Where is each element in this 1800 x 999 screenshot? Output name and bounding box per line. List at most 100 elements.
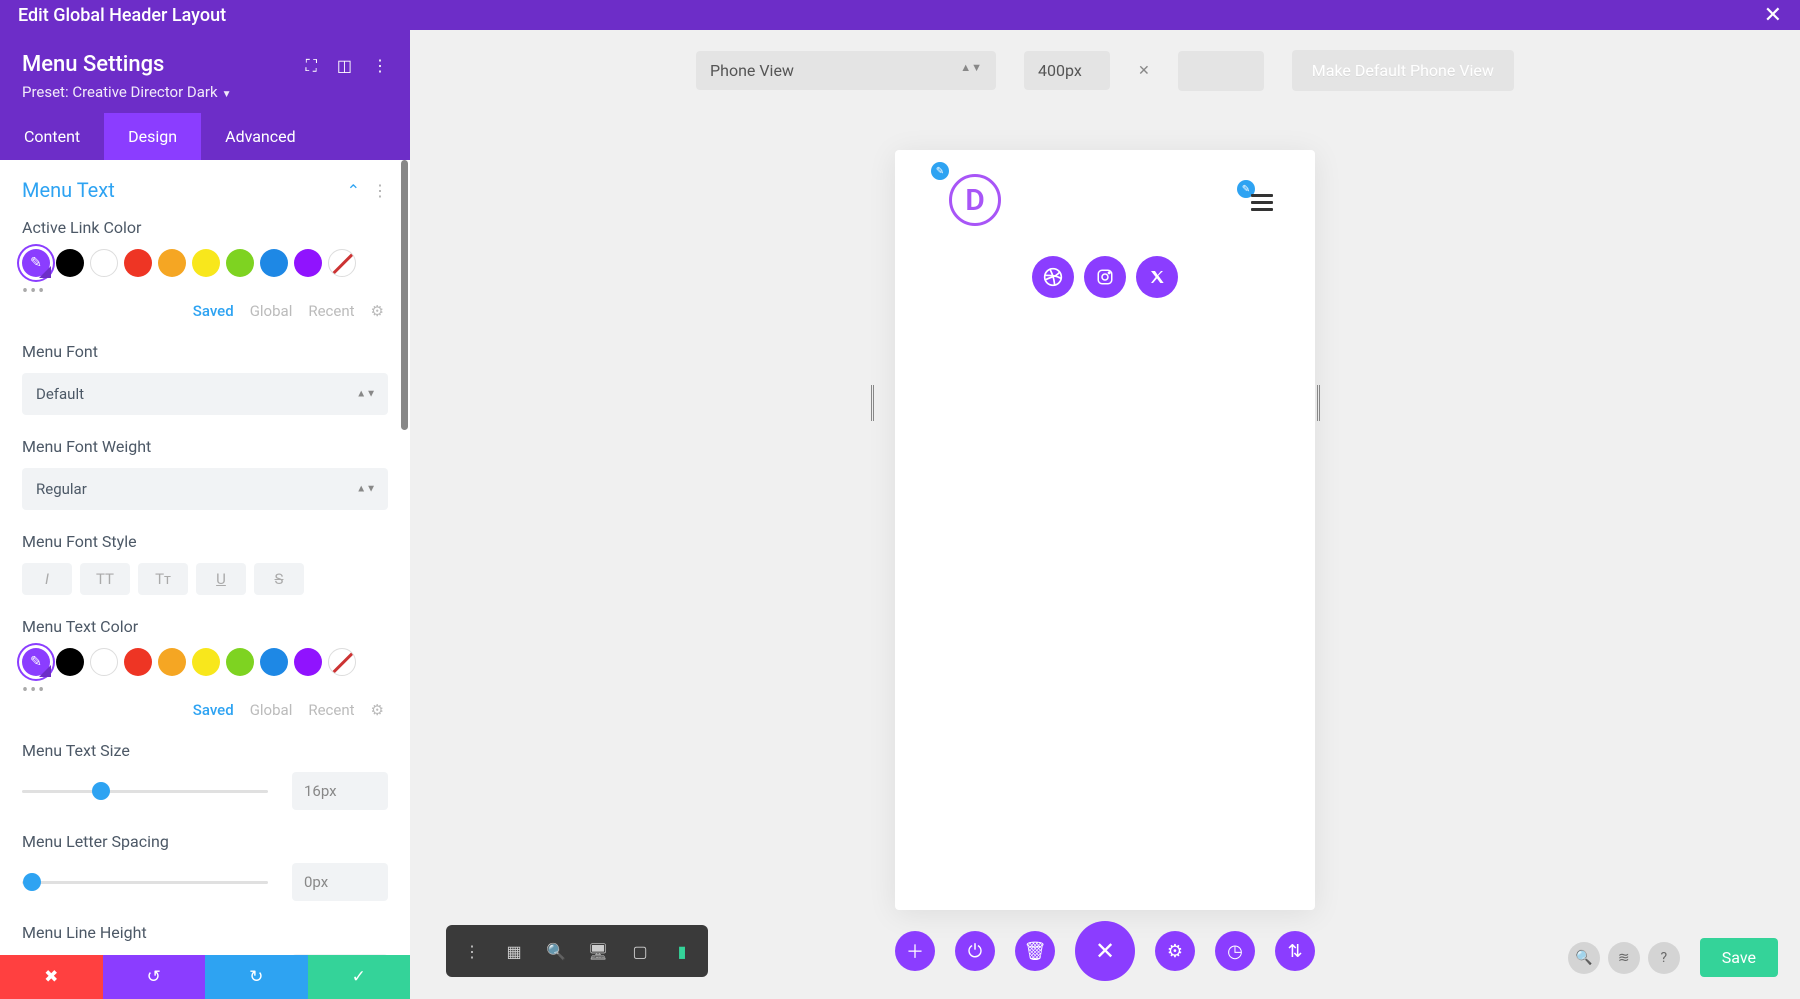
- swatch-red[interactable]: [124, 249, 152, 277]
- menu-font-weight-select[interactable]: Regular ▲▼: [22, 468, 388, 510]
- menu-letter-spacing-value[interactable]: 0px: [292, 863, 388, 901]
- swatch-green[interactable]: [226, 648, 254, 676]
- dock-trash-icon[interactable]: 🗑: [1015, 931, 1055, 971]
- swatch-black[interactable]: [56, 249, 84, 277]
- style-strikethrough[interactable]: S: [254, 563, 304, 595]
- dribbble-icon[interactable]: [1032, 256, 1074, 298]
- dock-power-icon[interactable]: ⏻: [955, 931, 995, 971]
- swatch-blue[interactable]: [260, 648, 288, 676]
- label-menu-font: Menu Font: [22, 342, 388, 361]
- palette-gear-icon[interactable]: ⚙: [371, 701, 384, 719]
- phone-preview: ✎ ✎ D: [895, 150, 1315, 910]
- resize-handle-right[interactable]: [1317, 385, 1320, 421]
- scrollbar[interactable]: [401, 160, 408, 430]
- tab-advanced[interactable]: Advanced: [201, 113, 320, 160]
- swatch-white[interactable]: [90, 648, 118, 676]
- edit-badge-icon[interactable]: ✎: [931, 162, 949, 180]
- toolbar-wireframe-icon[interactable]: ▦: [496, 933, 532, 969]
- height-input[interactable]: [1178, 51, 1264, 91]
- swatch-orange[interactable]: [158, 249, 186, 277]
- logo[interactable]: D: [949, 174, 1001, 226]
- width-input[interactable]: 400px: [1024, 51, 1110, 90]
- dock-gear-icon[interactable]: ⚙: [1155, 931, 1195, 971]
- toolbar-zoom-icon[interactable]: 🔍: [538, 933, 574, 969]
- close-icon[interactable]: ✕: [1764, 3, 1782, 28]
- toolbar-more-icon[interactable]: ⋮: [454, 933, 490, 969]
- palette-tab-saved[interactable]: Saved: [193, 701, 234, 719]
- slider-thumb[interactable]: [23, 873, 41, 891]
- search-icon[interactable]: 🔍: [1568, 942, 1600, 974]
- style-underline[interactable]: U: [196, 563, 246, 595]
- swatch-none[interactable]: [328, 249, 356, 277]
- view-select[interactable]: Phone View ▲▼: [696, 51, 996, 90]
- dock-history-icon[interactable]: ◷: [1215, 931, 1255, 971]
- swatch-purple[interactable]: ✎: [22, 249, 50, 277]
- palette-tab-global[interactable]: Global: [250, 701, 293, 719]
- swatch-violet[interactable]: [294, 648, 322, 676]
- section-more-icon[interactable]: ⋮: [372, 181, 388, 200]
- palette-tabs: Saved Global Recent ⚙: [22, 701, 388, 719]
- swatch-violet[interactable]: [294, 249, 322, 277]
- palette-tab-global[interactable]: Global: [250, 302, 293, 320]
- menu-text-color-swatches: ✎: [22, 648, 388, 676]
- swatch-yellow[interactable]: [192, 648, 220, 676]
- settings-sidebar: Menu Settings Preset: Creative Director …: [0, 30, 410, 999]
- dock-add-icon[interactable]: ＋: [895, 931, 935, 971]
- palette-gear-icon[interactable]: ⚙: [371, 302, 384, 320]
- more-swatches-icon[interactable]: •••: [22, 281, 388, 302]
- label-menu-text-size: Menu Text Size: [22, 741, 388, 760]
- swatch-orange[interactable]: [158, 648, 186, 676]
- make-default-button[interactable]: Make Default Phone View: [1292, 50, 1514, 91]
- section-header: Menu Text ⌃ ⋮: [22, 178, 388, 202]
- chevron-up-icon[interactable]: ⌃: [347, 181, 360, 200]
- active-link-color-swatches: ✎: [22, 249, 388, 277]
- menu-text-size-value[interactable]: 16px: [292, 772, 388, 810]
- menu-text-size-slider[interactable]: [22, 790, 268, 793]
- more-icon[interactable]: ⋮: [372, 56, 388, 76]
- help-icon[interactable]: ?: [1648, 942, 1680, 974]
- hamburger-icon[interactable]: [1251, 194, 1273, 211]
- discard-button[interactable]: ✖: [0, 955, 103, 999]
- toolbar-desktop-icon[interactable]: 🖥: [580, 933, 616, 969]
- swatch-none[interactable]: [328, 648, 356, 676]
- undo-button[interactable]: ↺: [103, 955, 206, 999]
- palette-tab-saved[interactable]: Saved: [193, 302, 234, 320]
- tab-content[interactable]: Content: [0, 113, 104, 160]
- swatch-blue[interactable]: [260, 249, 288, 277]
- expand-icon[interactable]: ⛶: [306, 56, 317, 76]
- dock-close-icon[interactable]: ✕: [1075, 921, 1135, 981]
- slider-thumb[interactable]: [92, 782, 110, 800]
- resize-handle-left[interactable]: [871, 385, 874, 421]
- tab-design[interactable]: Design: [104, 113, 201, 160]
- save-button[interactable]: Save: [1700, 938, 1778, 977]
- menu-text-size-row: 16px: [22, 772, 388, 810]
- menu-line-height-value[interactable]: 1em: [292, 954, 388, 955]
- swatch-black[interactable]: [56, 648, 84, 676]
- instagram-icon[interactable]: [1084, 256, 1126, 298]
- x-twitter-icon[interactable]: [1136, 256, 1178, 298]
- palette-tab-recent[interactable]: Recent: [308, 302, 354, 320]
- palette-tabs: Saved Global Recent ⚙: [22, 302, 388, 320]
- toolbar-phone-icon[interactable]: ▮: [664, 933, 700, 969]
- label-menu-font-style: Menu Font Style: [22, 532, 388, 551]
- columns-icon[interactable]: ◫: [337, 56, 352, 76]
- eyedropper-icon: ✎: [30, 255, 42, 271]
- toolbar-tablet-icon[interactable]: ▢: [622, 933, 658, 969]
- more-swatches-icon[interactable]: •••: [22, 680, 388, 701]
- redo-button[interactable]: ↻: [205, 955, 308, 999]
- menu-letter-spacing-slider[interactable]: [22, 881, 268, 884]
- palette-tab-recent[interactable]: Recent: [308, 701, 354, 719]
- swatch-red[interactable]: [124, 648, 152, 676]
- menu-font-select[interactable]: Default ▲▼: [22, 373, 388, 415]
- confirm-button[interactable]: ✓: [308, 955, 411, 999]
- style-uppercase[interactable]: TT: [80, 563, 130, 595]
- style-italic[interactable]: I: [22, 563, 72, 595]
- swatch-yellow[interactable]: [192, 249, 220, 277]
- preset-selector[interactable]: Preset: Creative Director Dark▼: [22, 83, 388, 101]
- swatch-white[interactable]: [90, 249, 118, 277]
- layers-icon[interactable]: ≋: [1608, 942, 1640, 974]
- swatch-green[interactable]: [226, 249, 254, 277]
- style-smallcaps[interactable]: Tᴛ: [138, 563, 188, 595]
- swatch-purple[interactable]: ✎: [22, 648, 50, 676]
- dock-sort-icon[interactable]: ⇅: [1275, 931, 1315, 971]
